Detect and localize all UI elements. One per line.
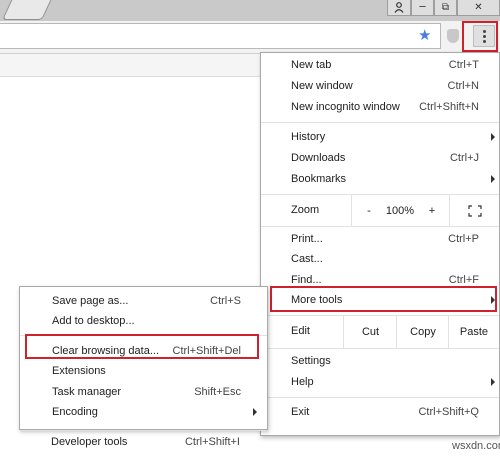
menu-item-new-window[interactable]: New window Ctrl+N: [261, 77, 499, 97]
close-button[interactable]: ✕: [457, 0, 500, 16]
menu-separator: [261, 122, 499, 123]
page-content-strip: [0, 54, 262, 77]
chevron-right-icon: [491, 175, 495, 183]
shield-icon[interactable]: [447, 29, 459, 43]
toolbar: ★: [0, 21, 500, 54]
menu-separator: [261, 397, 499, 398]
submenu-item-add-to-desktop[interactable]: Add to desktop...: [20, 312, 267, 332]
submenu-item-extensions[interactable]: Extensions: [20, 362, 267, 382]
zoom-level: 100%: [385, 204, 415, 217]
chevron-right-icon: [491, 133, 495, 141]
menu-item-settings[interactable]: Settings: [261, 352, 499, 372]
submenu-item-encoding[interactable]: Encoding: [20, 403, 267, 423]
clear-browsing-data-highlight: [25, 334, 259, 359]
fullscreen-icon[interactable]: [449, 195, 499, 226]
menu-separator: [20, 430, 266, 431]
menu-item-help[interactable]: Help: [261, 373, 499, 393]
chevron-right-icon: [491, 378, 495, 386]
restore-button[interactable]: ⧉: [434, 0, 457, 16]
more-tools-highlight: [270, 286, 497, 312]
menu-separator: [261, 226, 499, 227]
paste-button[interactable]: Paste: [448, 316, 499, 348]
menu-item-print[interactable]: Print... Ctrl+P: [261, 230, 499, 250]
menu-item-downloads[interactable]: Downloads Ctrl+J: [261, 149, 499, 169]
title-bar: ─ ⧉ ✕: [0, 0, 500, 21]
menu-item-exit[interactable]: Exit Ctrl+Shift+Q: [261, 403, 499, 423]
menu-item-cast[interactable]: Cast...: [261, 250, 499, 270]
submenu-item-save-page[interactable]: Save page as... Ctrl+S: [20, 292, 267, 312]
star-icon[interactable]: ★: [418, 26, 431, 44]
menu-item-new-tab[interactable]: New tab Ctrl+T: [261, 56, 499, 76]
watermark: wsxdn.com: [452, 440, 500, 452]
user-icon[interactable]: [387, 0, 411, 16]
browser-tab[interactable]: [2, 0, 54, 20]
menu-button-highlight: [462, 21, 498, 52]
cut-button[interactable]: Cut: [343, 316, 397, 348]
minimize-button[interactable]: ─: [411, 0, 434, 16]
zoom-row: Zoom - 100% +: [261, 195, 499, 226]
submenu-item-task-manager[interactable]: Task manager Shift+Esc: [20, 383, 267, 403]
menu-item-history[interactable]: History: [261, 128, 499, 148]
menu-item-bookmarks[interactable]: Bookmarks: [261, 170, 499, 190]
zoom-in-button[interactable]: +: [415, 195, 449, 226]
chevron-right-icon: [253, 408, 257, 416]
copy-button[interactable]: Copy: [396, 316, 449, 348]
edit-row: Edit Cut Copy Paste: [261, 316, 499, 348]
main-menu: New tab Ctrl+T New window Ctrl+N New inc…: [260, 52, 500, 436]
address-bar[interactable]: [0, 23, 441, 49]
zoom-out-button[interactable]: -: [351, 195, 386, 226]
submenu-item-developer-tools[interactable]: Developer tools Ctrl+Shift+I: [19, 433, 266, 453]
menu-separator: [261, 348, 499, 349]
menu-item-new-incognito[interactable]: New incognito window Ctrl+Shift+N: [261, 98, 499, 118]
